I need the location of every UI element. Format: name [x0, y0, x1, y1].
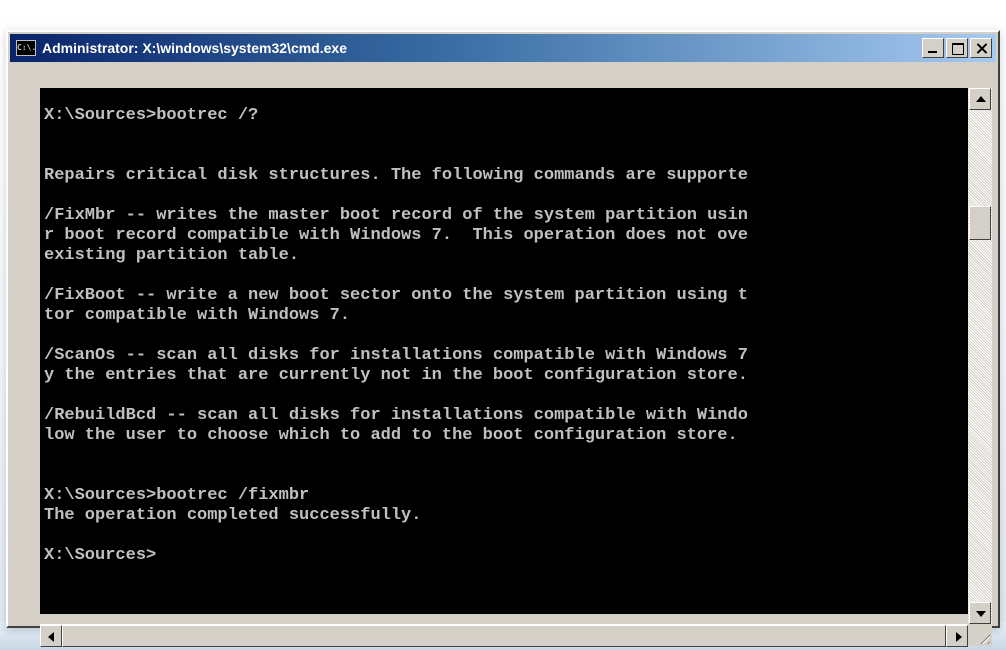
horizontal-scroll-thumb[interactable] [62, 625, 946, 647]
caption-buttons [922, 38, 992, 58]
cmd-icon[interactable]: C:\. [16, 40, 36, 56]
vertical-scroll-thumb[interactable] [969, 206, 991, 240]
maximize-icon [947, 39, 967, 57]
close-icon [971, 39, 991, 57]
scroll-right-button[interactable] [946, 625, 968, 647]
maximize-button[interactable] [946, 38, 968, 58]
console-output[interactable]: X:\Sources>bootrec /? Repairs critical d… [40, 88, 968, 614]
console-text[interactable]: X:\Sources>bootrec /? Repairs critical d… [40, 88, 968, 566]
window-title: Administrator: X:\windows\system32\cmd.e… [42, 40, 347, 56]
scroll-left-button[interactable] [40, 625, 62, 647]
horizontal-scrollbar[interactable] [40, 624, 968, 647]
close-button[interactable] [970, 38, 992, 58]
minimize-button[interactable] [922, 38, 944, 58]
title-bar[interactable]: C:\. Administrator: X:\windows\system32\… [10, 34, 996, 62]
scroll-down-button[interactable] [969, 602, 991, 624]
resize-grip[interactable] [968, 624, 992, 646]
cmd-window[interactable]: C:\. Administrator: X:\windows\system32\… [6, 30, 1000, 647]
scroll-up-button[interactable] [969, 88, 991, 110]
minimize-icon [923, 39, 943, 57]
vertical-scrollbar[interactable] [968, 88, 992, 624]
